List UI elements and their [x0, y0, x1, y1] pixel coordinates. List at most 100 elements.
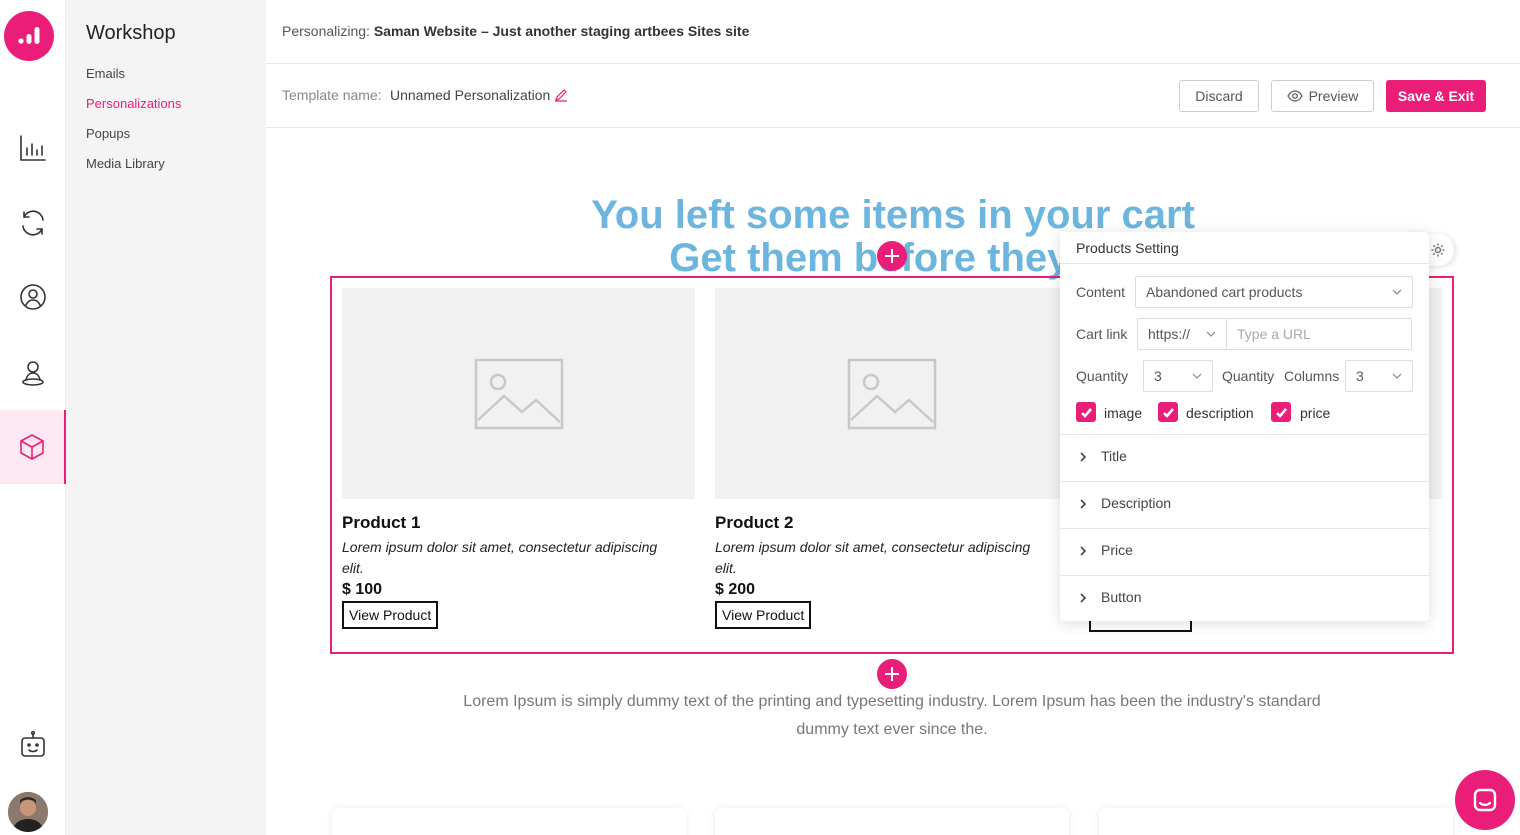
- bottom-block-1[interactable]: [332, 808, 686, 835]
- product-price: $ 100: [342, 581, 383, 598]
- subnav-item-popups[interactable]: Popups: [86, 126, 130, 141]
- description-checkbox-label: description: [1186, 405, 1254, 421]
- check-icon: [1275, 407, 1287, 418]
- content-value: Abandoned cart products: [1146, 284, 1303, 300]
- subnav-item-emails[interactable]: Emails: [86, 66, 125, 81]
- accordion-title[interactable]: Title: [1060, 434, 1429, 480]
- chevron-right-icon: [1080, 593, 1087, 603]
- user-circle-icon: [20, 284, 46, 310]
- add-block-below-button[interactable]: [877, 659, 907, 689]
- lorem-paragraph[interactable]: Lorem Ipsum is simply dummy text of the …: [440, 688, 1344, 744]
- columns-value: 3: [1356, 368, 1364, 384]
- bottom-block-3[interactable]: [1099, 808, 1453, 835]
- content-label: Content: [1076, 284, 1126, 300]
- chevron-down-icon: [1206, 331, 1216, 337]
- site-name: Saman Website – Just another staging art…: [373, 23, 750, 39]
- preview-label: Preview: [1308, 88, 1359, 104]
- image-placeholder-icon: [474, 358, 563, 429]
- rail-automations[interactable]: [0, 186, 66, 260]
- accordion-button[interactable]: Button: [1060, 575, 1429, 621]
- quantity-value: 3: [1154, 368, 1162, 384]
- refresh-icon: [22, 210, 44, 236]
- accordion-description-label: Description: [1101, 495, 1172, 511]
- columns-label: Columns: [1284, 368, 1340, 384]
- bar-chart-icon: [20, 135, 46, 161]
- robot-icon: [21, 730, 45, 757]
- subnav-item-media-library[interactable]: Media Library: [86, 156, 165, 171]
- product-image-placeholder: [342, 288, 695, 499]
- view-product-button[interactable]: View Product: [342, 601, 439, 629]
- rail-contacts[interactable]: [0, 260, 66, 334]
- user-pin-icon: [22, 361, 44, 386]
- product-image-placeholder: [715, 288, 1068, 499]
- discard-button[interactable]: Discard: [1179, 80, 1259, 112]
- product-card-2[interactable]: Product 2 Lorem ipsum dolor sit amet, co…: [715, 288, 1068, 629]
- image-checkbox[interactable]: [1076, 402, 1096, 422]
- product-price: $ 200: [715, 581, 756, 598]
- image-placeholder-icon: [847, 358, 936, 429]
- rail-workshop[interactable]: [0, 410, 66, 484]
- protocol-value: https://: [1148, 326, 1191, 342]
- pencil-icon[interactable]: [554, 88, 568, 102]
- plus-icon: [885, 249, 899, 263]
- view-product-button[interactable]: View Product: [715, 601, 812, 629]
- preview-button[interactable]: Preview: [1271, 80, 1374, 112]
- check-icon: [1162, 407, 1174, 418]
- chat-icon: [1473, 788, 1497, 812]
- icon-rail: [0, 0, 66, 835]
- personalizing-info: Personalizing: Saman Website – Just anot…: [282, 23, 749, 39]
- description-checkbox[interactable]: [1158, 402, 1178, 422]
- accordion-button-label: Button: [1101, 589, 1142, 605]
- user-avatar[interactable]: [8, 792, 48, 832]
- accordion-title-label: Title: [1101, 448, 1127, 464]
- quantity-label-2: Quantity: [1222, 368, 1275, 384]
- logo-bars-icon: [18, 27, 40, 44]
- cube-icon: [20, 434, 44, 460]
- image-checkbox-label: image: [1104, 405, 1143, 421]
- editor-toolbar: Template name: Unnamed Personalization D…: [266, 64, 1520, 128]
- price-checkbox[interactable]: [1271, 402, 1291, 422]
- bottom-block-2[interactable]: [715, 808, 1069, 835]
- url-placeholder: Type a URL: [1237, 326, 1311, 342]
- product-title: Product 1: [342, 513, 421, 532]
- save-exit-button[interactable]: Save & Exit: [1386, 80, 1486, 112]
- cart-url-input[interactable]: Type a URL: [1226, 318, 1412, 350]
- eye-icon: [1286, 90, 1303, 102]
- chevron-down-icon: [1192, 373, 1202, 379]
- products-setting-panel: Products Setting Content Abandoned cart …: [1060, 232, 1429, 621]
- rail-audience[interactable]: [0, 336, 66, 410]
- rail-assistant[interactable]: [0, 708, 66, 782]
- sub-navigation: Workshop Emails Personalizations Popups …: [66, 0, 266, 835]
- plus-icon: [885, 667, 899, 681]
- accordion-price[interactable]: Price: [1060, 528, 1429, 574]
- chevron-right-icon: [1080, 546, 1087, 556]
- product-description: Lorem ipsum dolor sit amet, consectetur …: [342, 539, 658, 576]
- price-checkbox-label: price: [1300, 405, 1331, 421]
- product-description: Lorem ipsum dolor sit amet, consectetur …: [715, 539, 1031, 576]
- chevron-right-icon: [1080, 499, 1087, 509]
- app-logo[interactable]: [4, 11, 54, 61]
- cart-link-label: Cart link: [1076, 326, 1128, 342]
- workspace-title: Workshop: [86, 22, 176, 44]
- template-name-label: Template name:: [282, 87, 382, 103]
- accordion-description[interactable]: Description: [1060, 481, 1429, 527]
- content-select[interactable]: Abandoned cart products: [1135, 276, 1413, 308]
- personalizing-label: Personalizing:: [282, 23, 370, 39]
- rail-analytics[interactable]: [0, 111, 66, 185]
- chevron-down-icon: [1392, 373, 1402, 379]
- add-block-above-button[interactable]: [877, 241, 907, 271]
- columns-select[interactable]: 3: [1345, 360, 1413, 392]
- panel-title: Products Setting: [1076, 240, 1179, 256]
- product-card-1[interactable]: Product 1 Lorem ipsum dolor sit amet, co…: [342, 288, 695, 629]
- chevron-down-icon: [1392, 289, 1402, 295]
- quantity-select[interactable]: 3: [1143, 360, 1213, 392]
- chat-launcher-button[interactable]: [1455, 770, 1515, 830]
- product-title: Product 2: [715, 513, 794, 532]
- template-name-value[interactable]: Unnamed Personalization: [390, 87, 550, 103]
- protocol-select[interactable]: https://: [1137, 318, 1227, 350]
- accordion-price-label: Price: [1101, 542, 1133, 558]
- top-bar: Personalizing: Saman Website – Just anot…: [266, 0, 1520, 64]
- subnav-item-personalizations[interactable]: Personalizations: [86, 96, 181, 111]
- check-icon: [1080, 407, 1092, 418]
- avatar-portrait-icon: [8, 792, 48, 832]
